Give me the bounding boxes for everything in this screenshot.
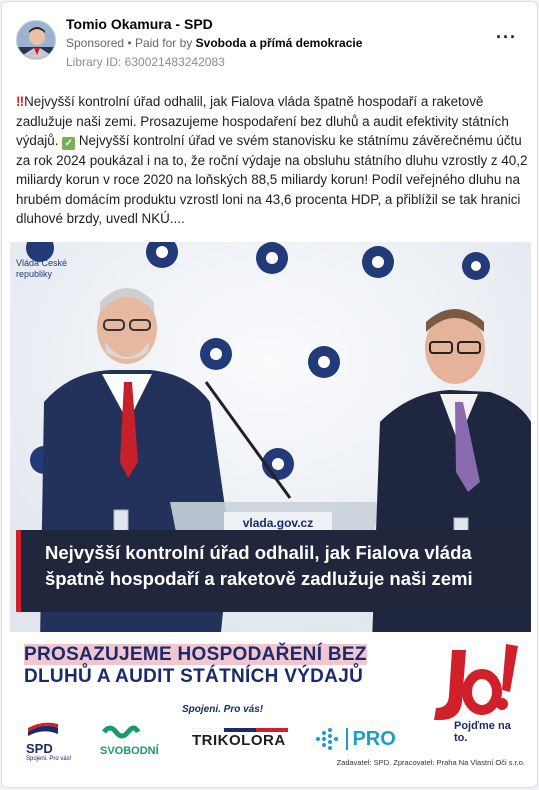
- pro-logo: PRO: [314, 726, 396, 752]
- spd-logo: SPD Spojeni. Pro vás!: [26, 722, 78, 762]
- backdrop-label: Vláda České republiky: [16, 258, 68, 279]
- campaign-tagline: Spojeni. Pro vás!: [182, 704, 264, 715]
- sponsored-label: Sponsored: [66, 36, 125, 50]
- paid-for-link[interactable]: Svoboda a přímá demokracie: [196, 36, 363, 50]
- spd-logo-text: SPD: [26, 741, 53, 756]
- svobodni-logo-text: SVOBODNÍ: [100, 745, 159, 757]
- separator-dot: •: [127, 36, 132, 50]
- trikolora-stripe-icon: [192, 728, 288, 732]
- campaign-slogan: PROSAZUJEME HOSPODAŘENÍ BEZ DLUHŮ A AUDI…: [24, 644, 404, 688]
- podium-url: vlada.gov.cz: [242, 516, 314, 530]
- svobodni-symbol-icon: [102, 725, 141, 739]
- pro-logo-text: PRO: [346, 727, 396, 750]
- more-options-button[interactable]: ···: [496, 28, 517, 46]
- svobodni-logo: SVOBODNÍ: [100, 724, 159, 757]
- trikolora-logo: TRIKOLORA: [192, 732, 286, 749]
- ad-credit: Zadavatel: SPD. Zpracovatel: Praha Na Vl…: [336, 758, 525, 767]
- ad-creative-image[interactable]: vlada.gov.cz Vláda České republiky Nejvy…: [2, 240, 537, 780]
- double-exclamation-icon: ‼: [16, 94, 25, 109]
- body-text-part2: Nejvyšší kontrolní úřad ve svém stanovis…: [16, 133, 528, 226]
- post-body-text: ‼Nejvyšší kontrolní úřad odhalil, jak Fi…: [16, 92, 528, 229]
- paid-for-prefix: Paid for by: [134, 36, 193, 50]
- spd-flag-icon: [28, 722, 58, 736]
- headline-banner: Nejvyšší kontrolní úřad odhalil, jak Fia…: [16, 530, 526, 612]
- sponsored-post-card: Tomio Okamura - SPD Sponsored • Paid for…: [1, 1, 538, 788]
- headline-banner-text: Nejvyšší kontrolní úřad odhalil, jak Fia…: [45, 542, 473, 589]
- pro-dots-icon: [316, 728, 338, 750]
- jo-logo-icon: [434, 644, 518, 720]
- slogan-line-2: DLUHŮ A AUDIT STÁTNÍCH VÝDAJŮ: [24, 666, 364, 687]
- slogan-line-1: PROSAZUJEME HOSPODAŘENÍ BEZ: [24, 644, 367, 665]
- avatar-photo: [17, 21, 55, 59]
- spd-logo-subtext: Spojeni. Pro vás!: [26, 756, 72, 762]
- page-avatar[interactable]: [16, 20, 56, 60]
- sponsored-line: Sponsored • Paid for by Svoboda a přímá …: [66, 36, 362, 50]
- more-horizontal-icon: ···: [496, 27, 517, 47]
- page-name-link[interactable]: Tomio Okamura - SPD: [66, 16, 213, 32]
- check-mark-button-icon: ✓: [62, 137, 76, 150]
- library-id: Library ID: 630021483242083: [66, 55, 225, 69]
- jo-subtitle: Pojďme na to.: [454, 720, 511, 744]
